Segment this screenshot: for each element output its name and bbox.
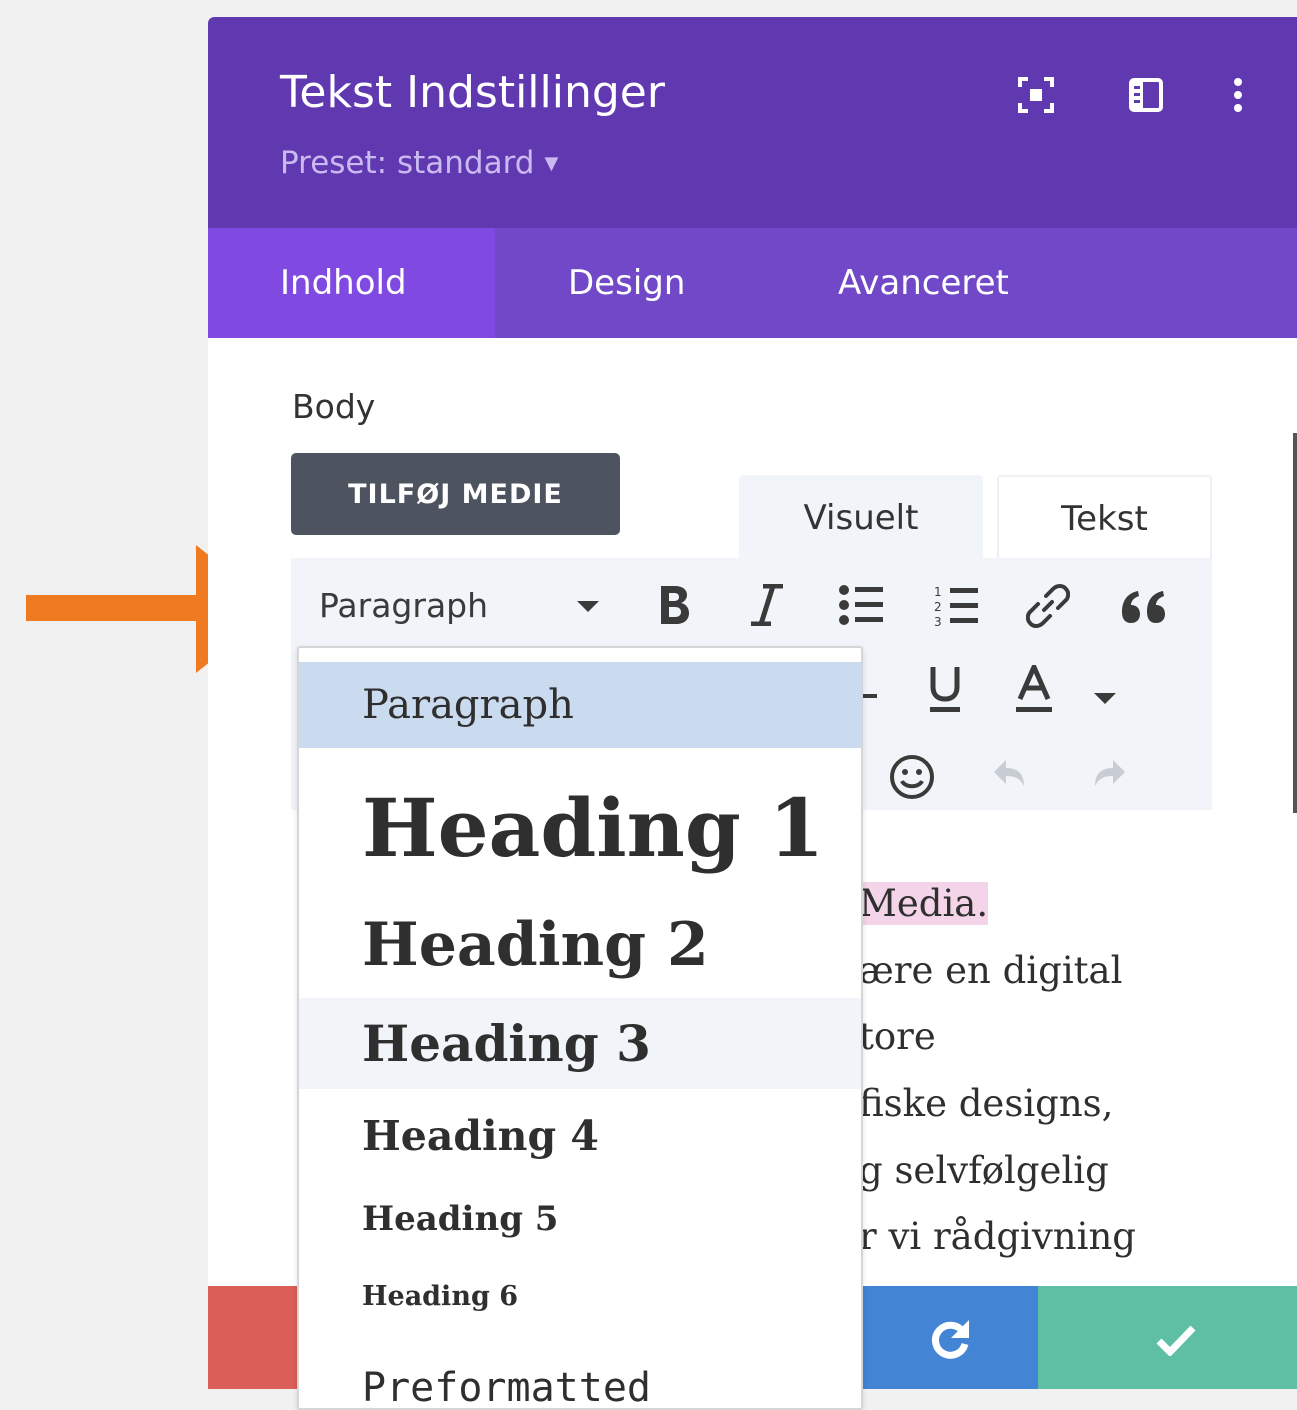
content-line: g selvfølgelig xyxy=(859,1149,1109,1192)
undo-icon[interactable] xyxy=(992,756,1028,792)
more-vertical-icon[interactable] xyxy=(1220,77,1256,113)
fullscreen-icon[interactable] xyxy=(1018,77,1054,113)
underline-icon[interactable] xyxy=(928,665,962,713)
format-option-heading-3[interactable]: Heading 3 xyxy=(299,998,861,1089)
caret-down-icon[interactable] xyxy=(1094,693,1116,704)
discard-button[interactable] xyxy=(208,1286,298,1389)
caret-down-icon[interactable] xyxy=(577,601,599,612)
sidebar-layout-icon[interactable] xyxy=(1128,77,1164,113)
redo-button[interactable] xyxy=(859,1286,1038,1389)
svg-text:1: 1 xyxy=(934,585,942,599)
redo-icon[interactable] xyxy=(1091,756,1127,792)
redo-icon xyxy=(931,1320,969,1359)
scrollbar[interactable] xyxy=(1293,433,1297,813)
format-option-heading-4[interactable]: Heading 4 xyxy=(299,1096,861,1176)
caret-down-icon: ▼ xyxy=(544,153,559,174)
save-button[interactable] xyxy=(1038,1286,1297,1389)
link-icon[interactable] xyxy=(1026,584,1070,628)
body-label: Body xyxy=(292,387,376,426)
tab-indhold[interactable]: Indhold xyxy=(208,228,495,338)
content-line: fiske designs, xyxy=(859,1082,1114,1125)
format-option-heading-6[interactable]: Heading 6 xyxy=(299,1262,861,1332)
svg-text:2: 2 xyxy=(934,600,942,614)
format-option-paragraph[interactable]: Paragraph xyxy=(299,662,861,748)
content-line: Media. xyxy=(859,882,989,925)
format-option-preformatted[interactable]: Preformatted xyxy=(299,1348,861,1408)
tab-visual[interactable]: Visuelt xyxy=(739,475,983,561)
panel-header: Tekst Indstillinger Preset: standard ▼ xyxy=(208,17,1297,228)
content-line: tore xyxy=(859,1015,936,1058)
tab-avanceret[interactable]: Avanceret xyxy=(838,228,1009,338)
panel-title: Tekst Indstillinger xyxy=(280,67,665,118)
content-line: r vi rådgivning xyxy=(859,1215,1136,1258)
text-color-icon[interactable] xyxy=(1014,665,1054,713)
format-dropdown: Paragraph Heading 1 Heading 2 Heading 3 … xyxy=(297,646,863,1410)
emoji-icon[interactable] xyxy=(889,754,935,800)
blockquote-icon[interactable] xyxy=(1120,590,1168,624)
check-icon xyxy=(1156,1325,1196,1356)
format-option-heading-1[interactable]: Heading 1 xyxy=(299,770,861,886)
italic-icon[interactable] xyxy=(749,584,785,626)
tab-text[interactable]: Tekst xyxy=(997,475,1212,561)
preset-label: Preset: standard xyxy=(280,145,535,181)
format-select[interactable]: Paragraph xyxy=(319,586,488,625)
format-option-heading-2[interactable]: Heading 2 xyxy=(299,900,861,990)
numbered-list-icon[interactable]: 1 2 3 xyxy=(932,584,978,628)
bullet-list-icon[interactable] xyxy=(839,584,883,626)
settings-tabs: Indhold Design Avanceret xyxy=(208,228,1297,338)
tab-design[interactable]: Design xyxy=(568,228,685,338)
content-line: ære en digital xyxy=(859,949,1123,992)
add-media-button[interactable]: TILFØJ MEDIE xyxy=(291,453,620,535)
bold-icon[interactable] xyxy=(657,584,691,626)
preset-selector[interactable]: Preset: standard ▼ xyxy=(280,145,558,181)
svg-text:3: 3 xyxy=(934,615,942,628)
format-option-heading-5[interactable]: Heading 5 xyxy=(299,1184,861,1254)
